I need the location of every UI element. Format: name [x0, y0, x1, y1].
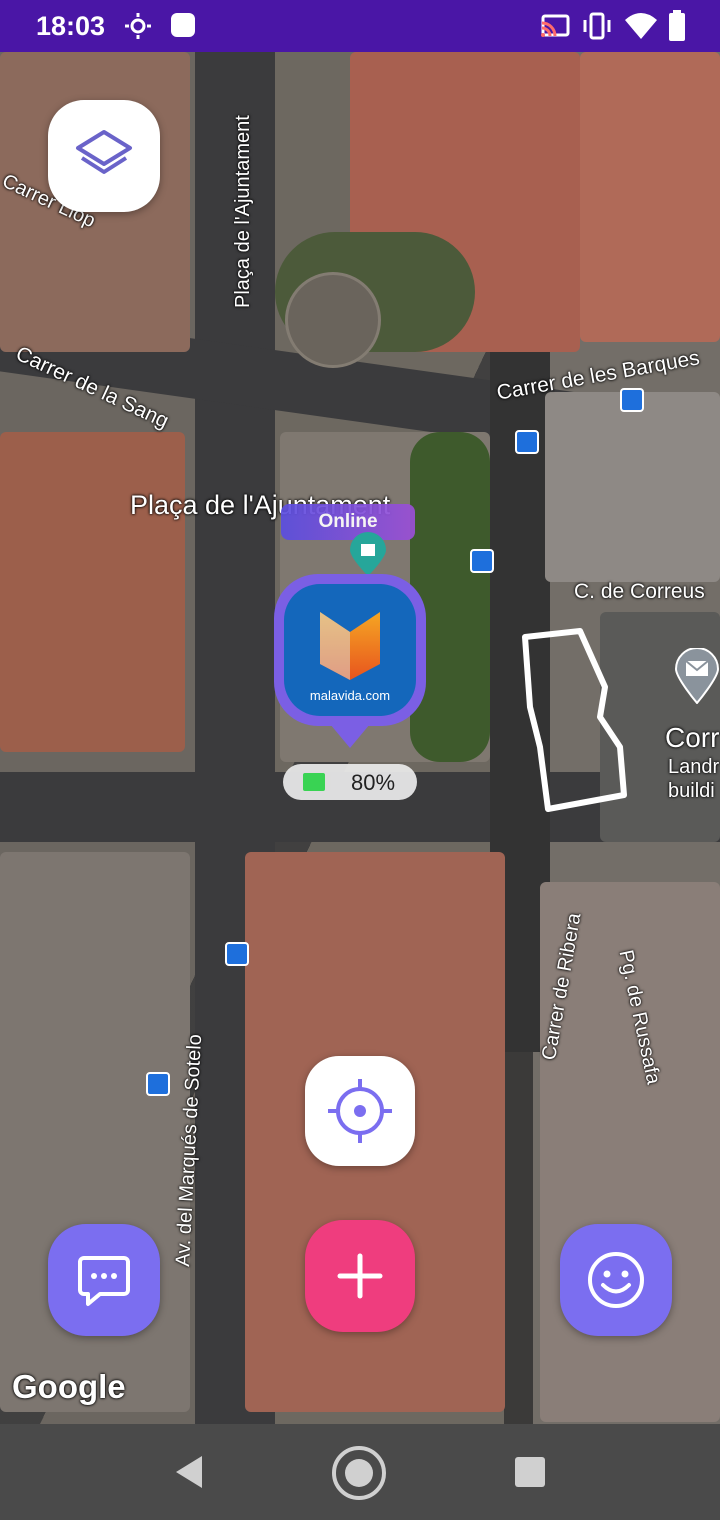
status-bar: 18:03	[0, 0, 720, 52]
battery-percentage: 80%	[351, 770, 396, 795]
smiley-icon	[588, 1252, 644, 1308]
recents-icon[interactable]	[514, 1456, 546, 1488]
avatar-caption: malavida.com	[309, 688, 391, 703]
map-building	[0, 432, 185, 752]
add-button[interactable]	[305, 1220, 415, 1332]
notification-icon	[171, 13, 195, 37]
chat-bubble-icon	[78, 1256, 130, 1306]
satellite-map[interactable]: Carrer Llop Plaça de l'Ajuntament Carrer…	[0, 52, 720, 1424]
vibrate-icon	[583, 12, 611, 40]
pin-icon	[350, 532, 386, 576]
user-avatar-marker[interactable]: malavida.com	[274, 574, 426, 726]
battery-level-icon	[303, 773, 331, 791]
map-building	[545, 392, 720, 582]
avatar: malavida.com	[284, 584, 416, 716]
battery-icon	[669, 10, 685, 41]
locate-me-button[interactable]	[305, 1056, 415, 1166]
map-label-poi: Landr	[668, 756, 720, 778]
bus-stop-icon[interactable]	[620, 388, 644, 412]
map-label-poi: buildi	[668, 780, 715, 802]
crosshair-icon	[328, 1079, 392, 1143]
bus-stop-icon[interactable]	[515, 430, 539, 454]
home-icon[interactable]	[330, 1444, 388, 1502]
back-icon[interactable]	[172, 1454, 206, 1490]
map-trees	[410, 432, 490, 762]
marker-pointer	[330, 724, 370, 748]
malavida-logo-icon	[320, 612, 380, 680]
map-label-street: C. de Correus	[574, 580, 705, 603]
bus-stop-icon[interactable]	[470, 549, 494, 573]
plus-icon	[337, 1253, 383, 1299]
map-fountain	[285, 272, 381, 368]
mail-icon[interactable]	[674, 648, 720, 704]
battery-pill: 80%	[283, 764, 417, 800]
layers-icon	[76, 130, 132, 174]
map-label-poi: Corr	[665, 722, 720, 753]
cast-icon	[541, 14, 570, 37]
selected-building-outline	[522, 628, 627, 812]
chat-button[interactable]	[48, 1224, 160, 1336]
status-time: 18:03	[36, 11, 106, 41]
brightness-icon	[125, 13, 151, 39]
wifi-icon	[625, 13, 657, 39]
map-label-street: Plaça de l'Ajuntament	[232, 115, 254, 308]
map-layers-button[interactable]	[48, 100, 160, 212]
emoji-button[interactable]	[560, 1224, 672, 1336]
system-navigation-bar	[0, 1424, 720, 1520]
bus-stop-icon[interactable]	[146, 1072, 170, 1096]
bus-stop-icon[interactable]	[225, 942, 249, 966]
map-building	[580, 52, 720, 342]
google-attribution: Google	[12, 1368, 126, 1405]
online-status: Online	[318, 511, 378, 532]
